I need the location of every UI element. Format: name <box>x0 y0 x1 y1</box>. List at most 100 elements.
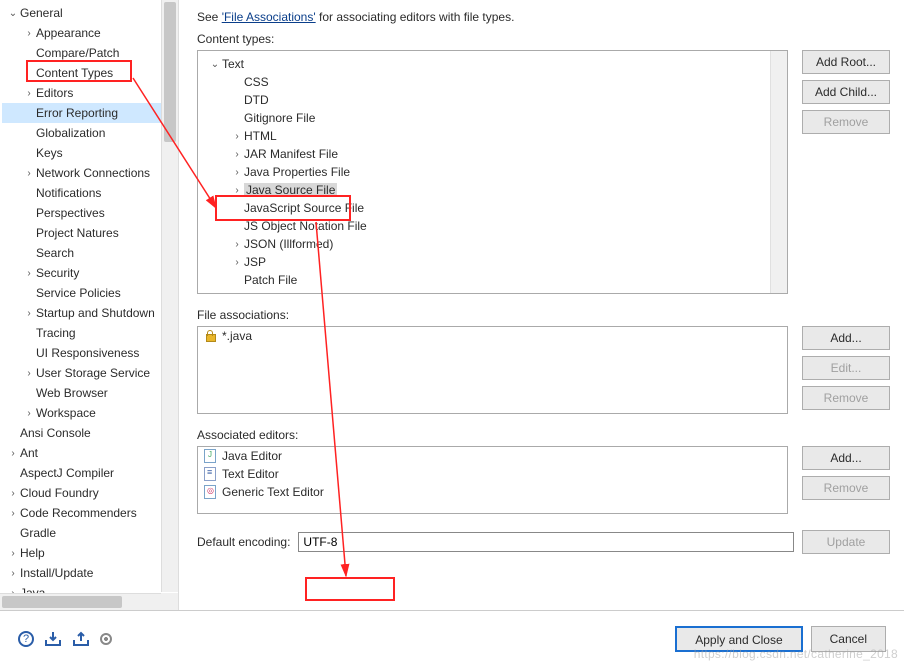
sidebar-item-label: Editors <box>36 86 73 100</box>
chevron-right-icon[interactable]: › <box>22 368 36 379</box>
sidebar-item-startup-and-shutdown[interactable]: ›Startup and Shutdown <box>2 303 178 323</box>
add-association-button[interactable]: Add... <box>802 326 890 350</box>
sidebar-item-security[interactable]: ›Security <box>2 263 178 283</box>
content-type-item-gitignore-file[interactable]: Gitignore File <box>202 109 783 127</box>
chevron-down-icon[interactable]: ⌄ <box>6 8 20 19</box>
content-type-label: Gitignore File <box>244 111 315 125</box>
help-icon[interactable]: ? <box>18 631 34 647</box>
chevron-right-icon[interactable]: › <box>230 185 244 196</box>
file-associations-link[interactable]: 'File Associations' <box>222 10 316 24</box>
chevron-right-icon[interactable]: › <box>22 28 36 39</box>
chevron-right-icon[interactable]: › <box>6 568 20 579</box>
update-encoding-button[interactable]: Update <box>802 530 890 554</box>
sidebar-item-tracing[interactable]: Tracing <box>2 323 178 343</box>
content-types-tree[interactable]: ⌄Text CSS DTD Gitignore File ›HTML›JAR Manif… <box>197 50 788 294</box>
chevron-down-icon[interactable]: ⌄ <box>208 59 222 70</box>
chevron-right-icon[interactable]: › <box>230 131 244 142</box>
main-area: ⌄General›AppearanceCompare/PatchContent … <box>0 0 904 611</box>
sidebar-item-service-policies[interactable]: Service Policies <box>2 283 178 303</box>
content-type-item-dtd[interactable]: DTD <box>202 91 783 109</box>
sidebar-item-search[interactable]: Search <box>2 243 178 263</box>
sidebar-item-ant[interactable]: ›Ant <box>2 443 178 463</box>
associated-editor-item[interactable]: Text Editor <box>198 465 787 483</box>
sidebar-item-perspectives[interactable]: Perspectives <box>2 203 178 223</box>
content-types-scrollbar[interactable] <box>770 51 787 293</box>
sidebar-item-error-reporting[interactable]: Error Reporting <box>2 103 178 123</box>
content-type-item-patch-file[interactable]: Patch File <box>202 271 783 289</box>
sidebar-item-general[interactable]: ⌄General <box>2 3 178 23</box>
sidebar-hscrollbar[interactable] <box>0 593 161 610</box>
sidebar-item-gradle[interactable]: Gradle <box>2 523 178 543</box>
content-type-item-css[interactable]: CSS <box>202 73 783 91</box>
chevron-right-icon[interactable]: › <box>6 548 20 559</box>
content-type-label: CSS <box>244 75 269 89</box>
sidebar-item-compare-patch[interactable]: Compare/Patch <box>2 43 178 63</box>
sidebar-item-label: Compare/Patch <box>36 46 119 60</box>
sidebar-item-cloud-foundry[interactable]: ›Cloud Foundry <box>2 483 178 503</box>
sidebar-item-install-update[interactable]: ›Install/Update <box>2 563 178 583</box>
sidebar-item-workspace[interactable]: ›Workspace <box>2 403 178 423</box>
content-type-item-java-source-file[interactable]: ›Java Source File <box>202 181 783 199</box>
intro-text: See 'File Associations' for associating … <box>197 10 890 24</box>
export-icon[interactable] <box>72 630 90 648</box>
add-editor-button[interactable]: Add... <box>802 446 890 470</box>
sidebar-item-label: Startup and Shutdown <box>36 306 155 320</box>
sidebar-item-notifications[interactable]: Notifications <box>2 183 178 203</box>
sidebar-item-help[interactable]: ›Help <box>2 543 178 563</box>
oomph-icon[interactable] <box>100 633 112 645</box>
content-type-item-html[interactable]: ›HTML <box>202 127 783 145</box>
sidebar-item-web-browser[interactable]: Web Browser <box>2 383 178 403</box>
chevron-right-icon[interactable]: › <box>230 149 244 160</box>
associated-editor-item[interactable]: Generic Text Editor <box>198 483 787 501</box>
sidebar-item-label: Network Connections <box>36 166 150 180</box>
content-type-item-json-illformed-[interactable]: ›JSON (Illformed) <box>202 235 783 253</box>
sidebar-item-aspectj-compiler[interactable]: AspectJ Compiler <box>2 463 178 483</box>
content-type-item-text[interactable]: ⌄Text <box>202 55 783 73</box>
file-associations-list[interactable]: *.java <box>197 326 788 414</box>
sidebar-item-network-connections[interactable]: ›Network Connections <box>2 163 178 183</box>
remove-association-button[interactable]: Remove <box>802 386 890 410</box>
chevron-right-icon[interactable]: › <box>6 448 20 459</box>
sidebar-item-appearance[interactable]: ›Appearance <box>2 23 178 43</box>
chevron-right-icon[interactable]: › <box>22 268 36 279</box>
associated-editor-item[interactable]: Java Editor <box>198 447 787 465</box>
sidebar-item-content-types[interactable]: Content Types <box>2 63 178 83</box>
chevron-right-icon[interactable]: › <box>230 239 244 250</box>
remove-editor-button[interactable]: Remove <box>802 476 890 500</box>
content-types-label: Content types: <box>197 32 890 46</box>
chevron-right-icon[interactable]: › <box>6 488 20 499</box>
associated-editor-label: Text Editor <box>222 467 279 481</box>
chevron-right-icon[interactable]: › <box>6 508 20 519</box>
content-type-item-jar-manifest-file[interactable]: ›JAR Manifest File <box>202 145 783 163</box>
sidebar-item-globalization[interactable]: Globalization <box>2 123 178 143</box>
chevron-right-icon[interactable]: › <box>230 257 244 268</box>
sidebar-item-ansi-console[interactable]: Ansi Console <box>2 423 178 443</box>
associated-editor-label: Generic Text Editor <box>222 485 324 499</box>
sidebar-vscrollbar[interactable] <box>161 0 178 592</box>
sidebar-item-label: Appearance <box>36 26 101 40</box>
file-association-item[interactable]: *.java <box>198 327 787 345</box>
content-type-label: Java Source File <box>244 183 337 197</box>
add-child-button[interactable]: Add Child... <box>802 80 890 104</box>
edit-association-button[interactable]: Edit... <box>802 356 890 380</box>
remove-content-type-button[interactable]: Remove <box>802 110 890 134</box>
import-icon[interactable] <box>44 630 62 648</box>
sidebar-item-project-natures[interactable]: Project Natures <box>2 223 178 243</box>
content-type-item-js-object-notation-file[interactable]: JS Object Notation File <box>202 217 783 235</box>
chevron-right-icon[interactable]: › <box>22 308 36 319</box>
chevron-right-icon[interactable]: › <box>22 88 36 99</box>
sidebar-item-ui-responsiveness[interactable]: UI Responsiveness <box>2 343 178 363</box>
chevron-right-icon[interactable]: › <box>22 168 36 179</box>
chevron-right-icon[interactable]: › <box>22 408 36 419</box>
default-encoding-input[interactable] <box>298 532 794 552</box>
sidebar-item-user-storage-service[interactable]: ›User Storage Service <box>2 363 178 383</box>
sidebar-item-keys[interactable]: Keys <box>2 143 178 163</box>
chevron-right-icon[interactable]: › <box>230 167 244 178</box>
add-root-button[interactable]: Add Root... <box>802 50 890 74</box>
sidebar-item-editors[interactable]: ›Editors <box>2 83 178 103</box>
content-type-item-java-properties-file[interactable]: ›Java Properties File <box>202 163 783 181</box>
content-type-item-javascript-source-file[interactable]: JavaScript Source File <box>202 199 783 217</box>
content-type-item-jsp[interactable]: ›JSP <box>202 253 783 271</box>
associated-editors-list[interactable]: Java Editor Text Editor Generic Text Edito… <box>197 446 788 514</box>
sidebar-item-code-recommenders[interactable]: ›Code Recommenders <box>2 503 178 523</box>
